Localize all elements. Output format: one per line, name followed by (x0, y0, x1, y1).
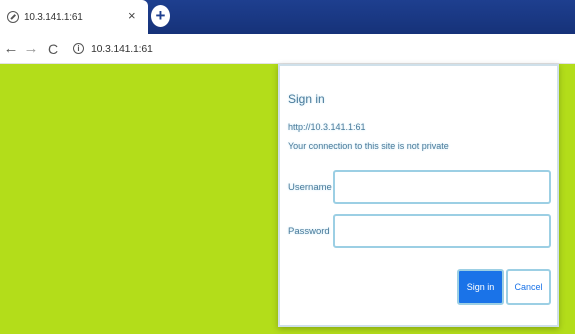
password-label: Password (288, 226, 330, 237)
password-input[interactable] (333, 214, 551, 248)
dialog-url: http://10.3.141.1:61 (288, 122, 366, 132)
cancel-button[interactable]: Cancel (506, 269, 551, 305)
tab-title: 10.3.141.1:61 (24, 11, 83, 23)
sign-in-button[interactable]: Sign in (457, 269, 504, 305)
back-arrow-icon[interactable]: ← (1, 40, 21, 57)
dialog-warning: Your connection to this site is not priv… (288, 141, 449, 151)
browser-toolbar: ← → C i 10.3.141.1:61 (0, 34, 575, 64)
sign-in-dialog: Sign in http://10.3.141.1:61 Your connec… (278, 64, 559, 327)
forward-arrow-icon[interactable]: → (21, 40, 41, 57)
url-text[interactable]: 10.3.141.1:61 (91, 43, 153, 55)
username-label: Username (288, 182, 332, 193)
reload-icon[interactable]: C (43, 41, 63, 57)
tab-strip: 10.3.141.1:61 × + (0, 0, 575, 34)
globe-icon (7, 11, 19, 23)
username-input[interactable] (333, 170, 551, 204)
tab-close-icon[interactable]: × (128, 9, 136, 23)
browser-tab[interactable]: 10.3.141.1:61 × (0, 0, 148, 34)
new-tab-button[interactable]: + (151, 5, 170, 27)
info-icon[interactable]: i (73, 43, 84, 54)
address-bar[interactable]: i 10.3.141.1:61 (73, 38, 153, 60)
dialog-title: Sign in (288, 92, 325, 106)
